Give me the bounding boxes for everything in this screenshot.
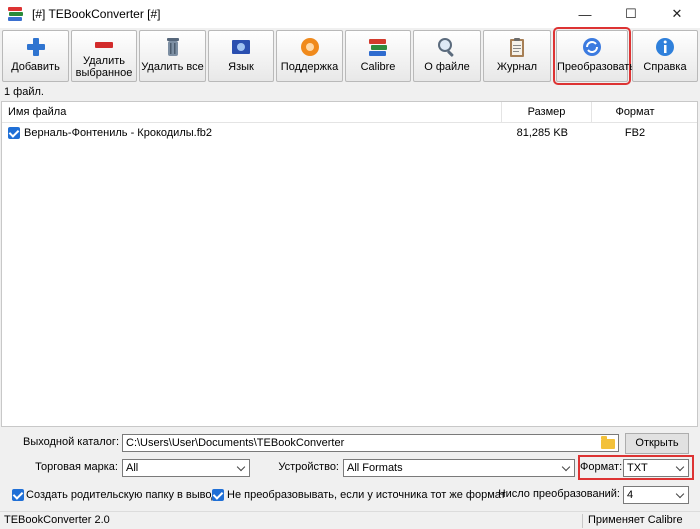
calibre-label: Calibre bbox=[360, 61, 396, 73]
convert-button[interactable]: Преобразовать bbox=[553, 27, 636, 85]
clipboard-icon bbox=[510, 38, 524, 57]
log-label: Журнал bbox=[496, 61, 538, 73]
calibre-button[interactable]: Calibre bbox=[345, 30, 411, 82]
brand-select[interactable]: All bbox=[122, 459, 250, 477]
app-books-icon bbox=[8, 7, 24, 21]
minus-icon bbox=[95, 42, 113, 48]
file-info-label: О файле bbox=[424, 61, 470, 73]
column-size[interactable]: Размер bbox=[502, 102, 592, 123]
row-file-name: Верналь-Фонтениль - Крокодилы.fb2 bbox=[24, 127, 212, 139]
column-name[interactable]: Имя файла bbox=[2, 102, 502, 123]
conversion-count-label: Число преобразований: bbox=[498, 488, 620, 500]
help-label: Справка bbox=[643, 61, 687, 73]
support-label: Поддержка bbox=[280, 61, 339, 73]
title-bar: [#] TEBookConverter [#] — ☐ ✕ bbox=[0, 0, 700, 28]
language-label: Язык bbox=[228, 61, 254, 73]
format-select[interactable]: TXT bbox=[623, 459, 689, 477]
skip-same-format-checkbox[interactable] bbox=[212, 489, 224, 501]
convert-label: Преобразовать bbox=[557, 61, 636, 73]
table-row[interactable]: Верналь-Фонтениль - Крокодилы.fb2 81,285… bbox=[2, 124, 697, 142]
list-header: Имя файла Размер Формат bbox=[2, 102, 697, 123]
status-engine: Применяет Calibre bbox=[588, 514, 683, 526]
support-button[interactable]: Поддержка bbox=[276, 30, 343, 82]
flag-icon bbox=[232, 40, 250, 54]
column-format[interactable]: Формат bbox=[592, 102, 678, 123]
remove-selected-label: Удалить выбранное bbox=[75, 55, 133, 79]
magnifier-icon bbox=[438, 38, 454, 57]
status-bar: TEBookConverter 2.0 Применяет Calibre bbox=[0, 511, 700, 529]
books-icon bbox=[369, 39, 387, 56]
file-count: 1 файл. bbox=[4, 86, 44, 98]
remove-all-button[interactable]: Удалить все bbox=[139, 30, 206, 82]
close-button[interactable]: ✕ bbox=[654, 0, 700, 28]
create-parent-label: Создать родительскую папку в выводе bbox=[26, 489, 224, 501]
add-button[interactable]: Добавить bbox=[2, 30, 69, 82]
row-file-size: 81,285 KB bbox=[516, 127, 568, 139]
maximize-button[interactable]: ☐ bbox=[608, 0, 654, 28]
add-label: Добавить bbox=[11, 61, 60, 73]
device-select[interactable]: All Formats bbox=[343, 459, 575, 477]
help-button[interactable]: Справка bbox=[632, 30, 698, 82]
create-parent-checkbox[interactable] bbox=[12, 489, 24, 501]
window-title: [#] TEBookConverter [#] bbox=[32, 7, 161, 21]
remove-all-label: Удалить все bbox=[141, 61, 204, 73]
format-label: Формат: bbox=[580, 461, 623, 473]
file-list[interactable]: Имя файла Размер Формат Верналь-Фонтенил… bbox=[1, 101, 698, 427]
folder-icon[interactable] bbox=[601, 436, 615, 449]
row-file-format: FB2 bbox=[624, 127, 646, 139]
minimize-button[interactable]: — bbox=[562, 0, 608, 28]
file-info-button[interactable]: О файле bbox=[413, 30, 481, 82]
language-button[interactable]: Язык bbox=[208, 30, 274, 82]
status-separator bbox=[582, 514, 583, 528]
plus-icon bbox=[26, 38, 45, 56]
trash-icon bbox=[166, 38, 179, 56]
output-dir-label: Выходной каталог: bbox=[23, 436, 119, 448]
toolbar: Добавить Удалить выбранное Удалить все Я… bbox=[0, 27, 700, 85]
open-button[interactable]: Открыть bbox=[625, 433, 689, 454]
log-button[interactable]: Журнал bbox=[483, 30, 551, 82]
conversion-count-select[interactable]: 4 bbox=[623, 486, 689, 504]
output-dir-field[interactable]: C:\Users\User\Documents\TEBookConverter bbox=[122, 434, 619, 452]
status-version: TEBookConverter 2.0 bbox=[4, 514, 110, 526]
brand-label: Торговая марка: bbox=[35, 461, 118, 473]
device-label: Устройство: bbox=[278, 461, 339, 473]
skip-same-format-label: Не преобразовывать, если у источника тот… bbox=[227, 489, 506, 501]
remove-selected-button[interactable]: Удалить выбранное bbox=[71, 30, 137, 82]
support-icon bbox=[300, 38, 319, 56]
info-icon bbox=[656, 38, 674, 56]
row-checkbox[interactable] bbox=[8, 127, 20, 139]
convert-icon bbox=[583, 38, 601, 56]
